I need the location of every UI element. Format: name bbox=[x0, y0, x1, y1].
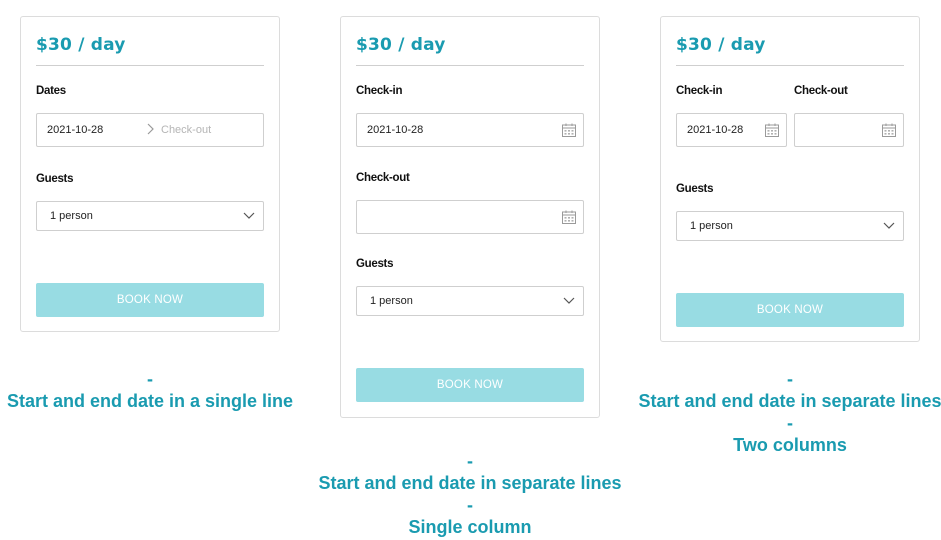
book-now-button[interactable]: BOOK NOW bbox=[356, 368, 584, 402]
booking-card-single-line: $30 / day Dates 2021-10-28 Check-out Gue… bbox=[20, 16, 280, 332]
chevron-down-icon bbox=[883, 222, 895, 229]
checkout-field[interactable] bbox=[794, 113, 904, 147]
calendar-icon[interactable] bbox=[562, 123, 576, 137]
book-now-button[interactable]: BOOK NOW bbox=[676, 293, 904, 327]
price-label: $30 / day bbox=[36, 35, 126, 55]
checkout-label: Check-out bbox=[794, 85, 848, 97]
caption-dash: - bbox=[787, 413, 793, 433]
guests-label: Guests bbox=[36, 173, 74, 185]
chevron-right-icon bbox=[147, 123, 155, 137]
guests-value: 1 person bbox=[370, 295, 413, 307]
caption-text: Two columns bbox=[733, 435, 847, 455]
calendar-icon[interactable] bbox=[882, 123, 896, 137]
calendar-icon[interactable] bbox=[562, 210, 576, 224]
checkin-label: Check-in bbox=[356, 85, 403, 97]
divider bbox=[356, 65, 584, 66]
checkout-label: Check-out bbox=[356, 172, 410, 184]
caption-dash: - bbox=[147, 369, 153, 389]
caption-dash: - bbox=[467, 451, 473, 471]
caption-text: Start and end date in separate lines bbox=[638, 391, 941, 411]
checkin-field[interactable]: 2021-10-28 bbox=[356, 113, 584, 147]
checkin-label: Check-in bbox=[676, 85, 723, 97]
checkin-field[interactable]: 2021-10-28 bbox=[676, 113, 787, 147]
caption-text: Single column bbox=[408, 517, 532, 537]
guests-select[interactable]: 1 person bbox=[356, 286, 584, 316]
guests-value: 1 person bbox=[50, 210, 93, 222]
guests-value: 1 person bbox=[690, 220, 733, 232]
caption-single-line: - Start and end date in a single line bbox=[0, 368, 320, 412]
guests-label: Guests bbox=[356, 258, 394, 270]
booking-card-single-column: $30 / day Check-in 2021-10-28 Check-out … bbox=[340, 16, 600, 418]
caption-dash: - bbox=[787, 369, 793, 389]
chevron-down-icon bbox=[243, 212, 255, 219]
caption-two-columns: - Start and end date in separate lines -… bbox=[600, 368, 941, 456]
divider bbox=[676, 65, 904, 66]
checkin-value: 2021-10-28 bbox=[367, 124, 424, 136]
caption-single-column: - Start and end date in separate lines -… bbox=[300, 450, 640, 538]
guests-label: Guests bbox=[676, 183, 714, 195]
booking-card-two-columns: $30 / day Check-in Check-out 2021-10-28 … bbox=[660, 16, 920, 342]
price-label: $30 / day bbox=[356, 35, 446, 55]
divider bbox=[36, 65, 264, 66]
date-range-field[interactable]: 2021-10-28 Check-out bbox=[36, 113, 264, 147]
guests-select[interactable]: 1 person bbox=[36, 201, 264, 231]
caption-text: Start and end date in a single line bbox=[6, 391, 294, 411]
chevron-down-icon bbox=[563, 297, 575, 304]
price-label: $30 / day bbox=[676, 35, 766, 55]
checkout-placeholder: Check-out bbox=[161, 124, 212, 136]
checkin-value: 2021-10-28 bbox=[47, 124, 104, 136]
calendar-icon[interactable] bbox=[765, 123, 779, 137]
book-now-button[interactable]: BOOK NOW bbox=[36, 283, 264, 317]
dates-label: Dates bbox=[36, 85, 66, 97]
caption-text: Start and end date in separate lines bbox=[318, 473, 622, 493]
guests-select[interactable]: 1 person bbox=[676, 211, 904, 241]
checkout-field[interactable] bbox=[356, 200, 584, 234]
checkin-value: 2021-10-28 bbox=[687, 124, 744, 136]
caption-dash: - bbox=[467, 495, 473, 515]
